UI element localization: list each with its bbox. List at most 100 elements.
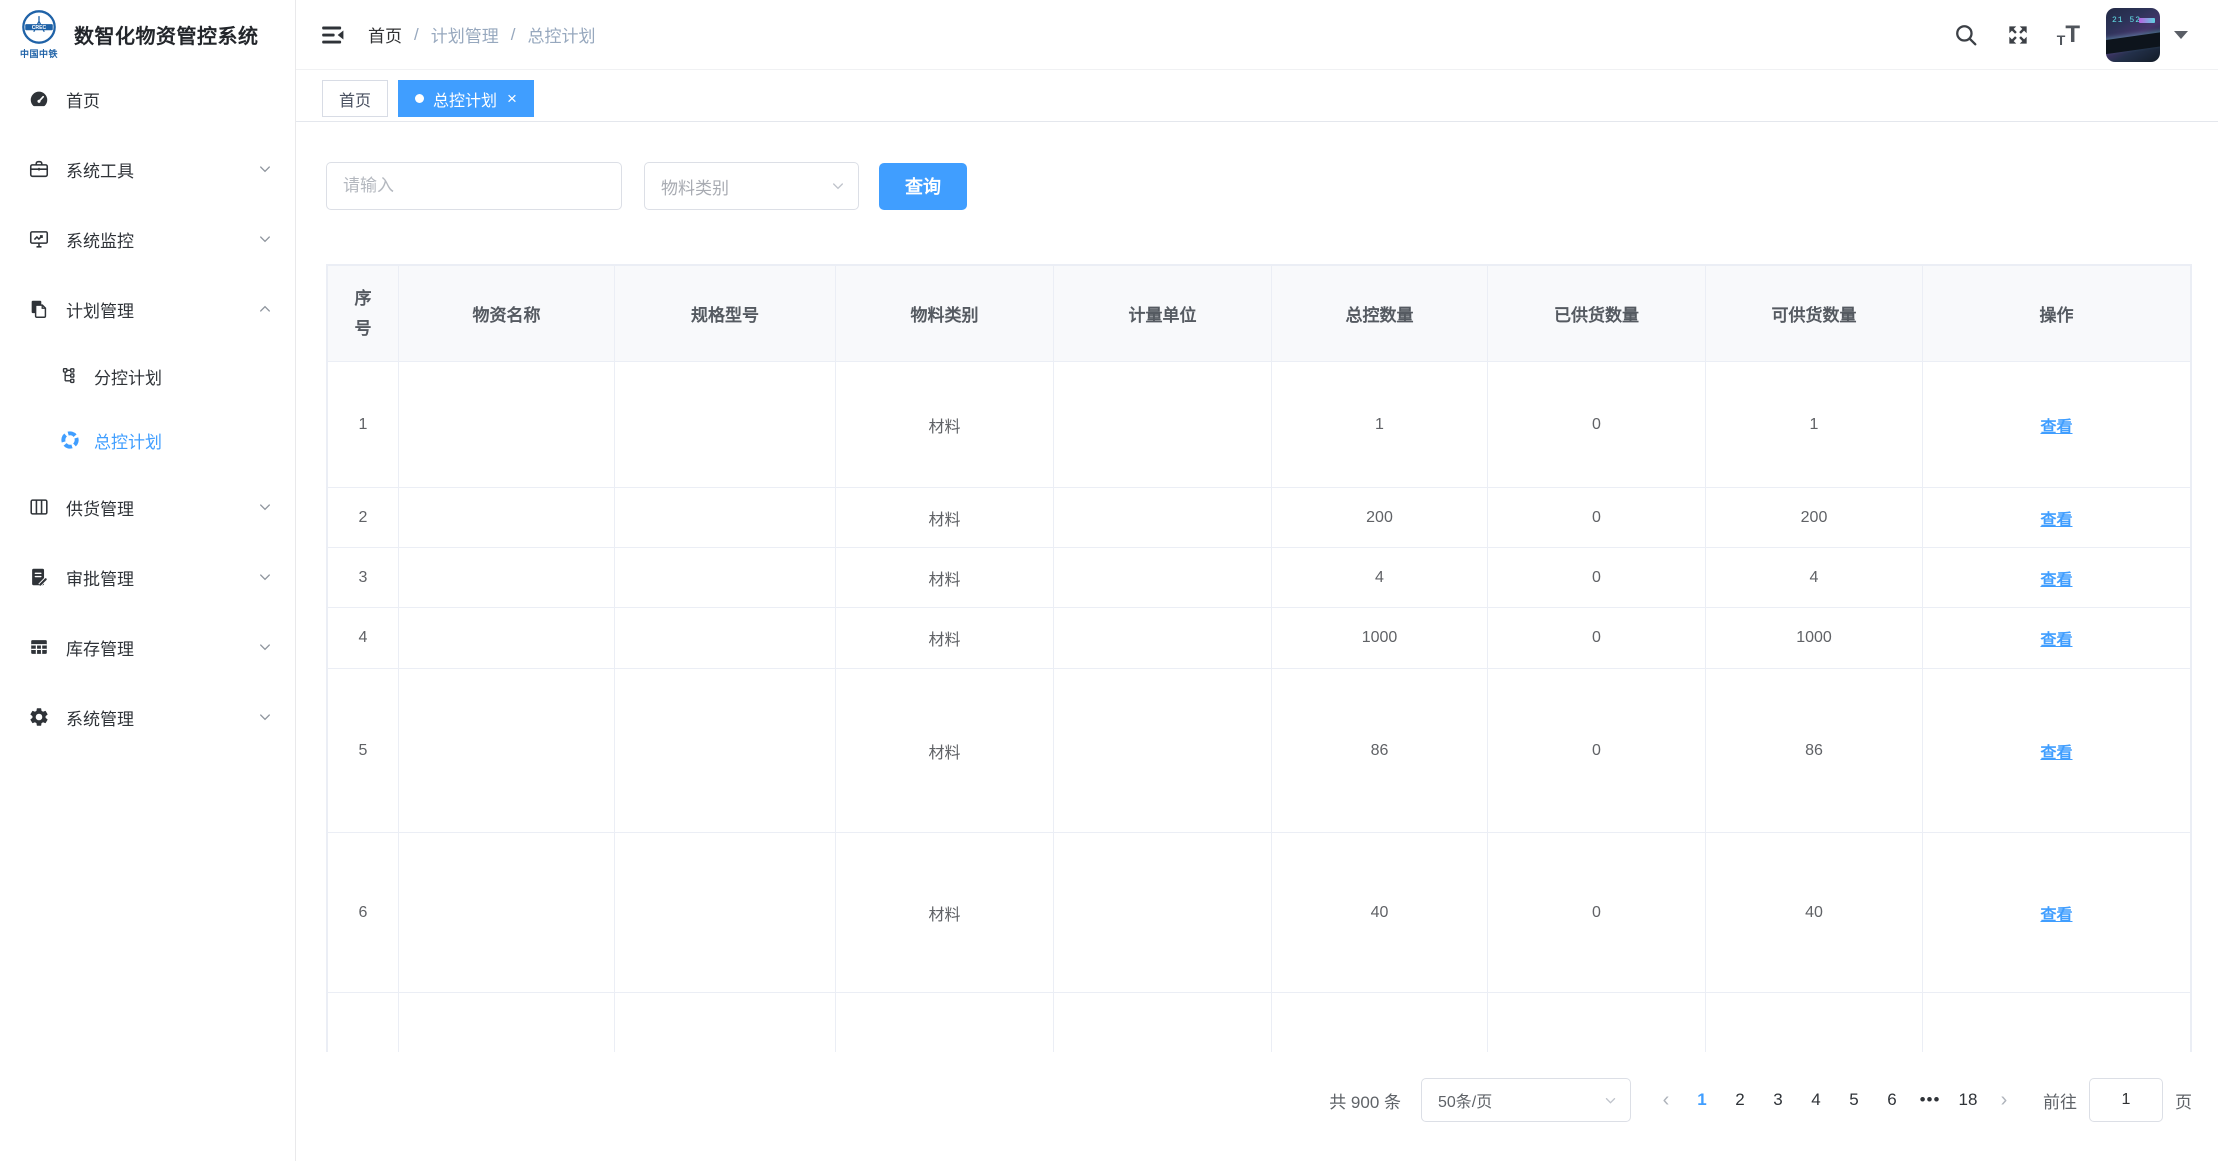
sidebar-item-system-monitor[interactable]: 系统监控 bbox=[0, 204, 295, 274]
keyword-input[interactable] bbox=[326, 162, 622, 210]
cell-total: 40 bbox=[1272, 833, 1488, 993]
view-link[interactable]: 查看 bbox=[2040, 572, 2072, 589]
tab-master-control-plan[interactable]: 总控计划 × bbox=[398, 80, 534, 117]
cell-supplied: 0 bbox=[1488, 362, 1706, 488]
cell-seq: 5 bbox=[328, 669, 399, 833]
cell-available bbox=[1706, 993, 1923, 1053]
view-link[interactable]: 查看 bbox=[2040, 632, 2072, 649]
sidebar-item-system-tools[interactable]: 系统工具 bbox=[0, 134, 295, 204]
view-link[interactable]: 查看 bbox=[2040, 512, 2072, 529]
cell-seq: 3 bbox=[328, 548, 399, 608]
cell-spec bbox=[615, 608, 836, 669]
logo-caption: 中国中铁 bbox=[20, 47, 58, 60]
pager-more-icon[interactable]: ••• bbox=[1913, 1086, 1947, 1114]
sidebar-menu: 首页系统工具系统监控计划管理分控计划总控计划供货管理审批管理库存管理系统管理 bbox=[0, 64, 295, 752]
avatar[interactable]: 21 52 bbox=[2106, 8, 2160, 62]
page-content: 物料类别 查询 序号物资名称规格型号物料类别计量单位总控数量已供货数量可供货数量… bbox=[296, 122, 2218, 1161]
page-3[interactable]: 3 bbox=[1761, 1086, 1795, 1114]
sidebar-item-system-management[interactable]: 系统管理 bbox=[0, 682, 295, 752]
dashboard-icon bbox=[28, 88, 50, 110]
tab-home[interactable]: 首页 bbox=[322, 80, 388, 117]
cell-available: 4 bbox=[1706, 548, 1923, 608]
sidebar-item-sub-control-plan[interactable]: 分控计划 bbox=[0, 344, 295, 408]
page-5[interactable]: 5 bbox=[1837, 1086, 1871, 1114]
crec-logo-icon: CREC 中国中铁 bbox=[16, 8, 62, 60]
cell-unit bbox=[1054, 993, 1272, 1053]
cell-name bbox=[399, 669, 615, 833]
page-4[interactable]: 4 bbox=[1799, 1086, 1833, 1114]
cell-action: 查看 bbox=[1923, 362, 2191, 488]
page-size-select[interactable]: 50条/页 bbox=[1421, 1078, 1631, 1122]
view-link[interactable]: 查看 bbox=[2040, 907, 2072, 924]
page-1[interactable]: 1 bbox=[1685, 1086, 1719, 1114]
cell-category: 材料 bbox=[836, 362, 1054, 488]
close-icon[interactable]: × bbox=[507, 90, 517, 107]
cell-seq: 6 bbox=[328, 833, 399, 993]
chevron-down-icon bbox=[257, 499, 273, 515]
table-row: 6材料40040查看 bbox=[328, 833, 2191, 993]
column-header: 序号 bbox=[328, 266, 399, 362]
sidebar-item-label: 库存管理 bbox=[66, 635, 257, 660]
cell-name bbox=[399, 488, 615, 548]
gear-icon bbox=[28, 706, 50, 728]
chevron-down-icon bbox=[257, 161, 273, 177]
fullscreen-icon[interactable] bbox=[2005, 22, 2031, 48]
search-icon[interactable] bbox=[1953, 22, 1979, 48]
goto-page-input[interactable] bbox=[2089, 1078, 2163, 1122]
sidebar-item-plan-management[interactable]: 计划管理 bbox=[0, 274, 295, 344]
pagination: 共 900 条 50条/页 ‹123456•••18› 前往 页 bbox=[326, 1078, 2192, 1122]
sidebar: CREC 中国中铁 数智化物资管控系统 首页系统工具系统监控计划管理分控计划总控… bbox=[0, 0, 296, 1161]
cell-supplied: 0 bbox=[1488, 833, 1706, 993]
cell-total: 4 bbox=[1272, 548, 1488, 608]
search-button[interactable]: 查询 bbox=[879, 163, 967, 210]
cell-supplied: 0 bbox=[1488, 488, 1706, 548]
topbar: 首页 / 计划管理 / 总控计划 TT bbox=[296, 0, 2218, 70]
cell-action: 查看 bbox=[1923, 833, 2191, 993]
filter-bar: 物料类别 查询 bbox=[326, 162, 2192, 210]
cell-category bbox=[836, 993, 1054, 1053]
breadcrumb-master-control-plan: 总控计划 bbox=[527, 22, 595, 47]
caret-down-icon[interactable] bbox=[2174, 31, 2188, 39]
cell-seq: 2 bbox=[328, 488, 399, 548]
cell-spec bbox=[615, 548, 836, 608]
prev-page-icon[interactable]: ‹ bbox=[1651, 1089, 1681, 1112]
cell-total: 86 bbox=[1272, 669, 1488, 833]
breadcrumb-home[interactable]: 首页 bbox=[368, 22, 402, 47]
chevron-up-icon bbox=[257, 301, 273, 317]
material-category-select[interactable]: 物料类别 bbox=[644, 162, 859, 210]
font-size-icon[interactable]: TT bbox=[2057, 23, 2080, 47]
page-2[interactable]: 2 bbox=[1723, 1086, 1757, 1114]
view-link[interactable]: 查看 bbox=[2040, 419, 2072, 436]
sidebar-item-supply-management[interactable]: 供货管理 bbox=[0, 472, 295, 542]
column-header: 物资名称 bbox=[399, 266, 615, 362]
next-page-icon[interactable]: › bbox=[1989, 1089, 2019, 1112]
user-menu[interactable]: 21 52 bbox=[2106, 8, 2188, 62]
cell-supplied bbox=[1488, 993, 1706, 1053]
column-header: 可供货数量 bbox=[1706, 266, 1923, 362]
cell-name bbox=[399, 362, 615, 488]
sidebar-item-label: 系统工具 bbox=[66, 157, 257, 182]
column-header: 操作 bbox=[1923, 266, 2191, 362]
table-row: 4材料100001000查看 bbox=[328, 608, 2191, 669]
column-header: 规格型号 bbox=[615, 266, 836, 362]
view-link[interactable]: 查看 bbox=[2040, 745, 2072, 762]
sidebar-item-label: 系统管理 bbox=[66, 705, 257, 730]
sidebar-item-label: 系统监控 bbox=[66, 227, 257, 252]
breadcrumb-plan-management: 计划管理 bbox=[431, 22, 499, 47]
cell-action: 查看 bbox=[1923, 488, 2191, 548]
sidebar-item-home[interactable]: 首页 bbox=[0, 64, 295, 134]
fold-menu-icon[interactable] bbox=[320, 22, 346, 48]
cell-unit bbox=[1054, 362, 1272, 488]
sidebar-item-master-control-plan[interactable]: 总控计划 bbox=[0, 408, 295, 472]
cell-action: 查看 bbox=[1923, 608, 2191, 669]
cell-unit bbox=[1054, 608, 1272, 669]
page-18[interactable]: 18 bbox=[1951, 1086, 1985, 1114]
page-6[interactable]: 6 bbox=[1875, 1086, 1909, 1114]
chevron-down-icon bbox=[257, 231, 273, 247]
cell-action bbox=[1923, 993, 2191, 1053]
table-row bbox=[328, 993, 2191, 1053]
sidebar-item-approval-management[interactable]: 审批管理 bbox=[0, 542, 295, 612]
sidebar-item-inventory-management[interactable]: 库存管理 bbox=[0, 612, 295, 682]
total-count: 共 900 条 bbox=[1329, 1088, 1401, 1113]
tag-tabs-bar: 首页 总控计划 × bbox=[296, 70, 2218, 122]
